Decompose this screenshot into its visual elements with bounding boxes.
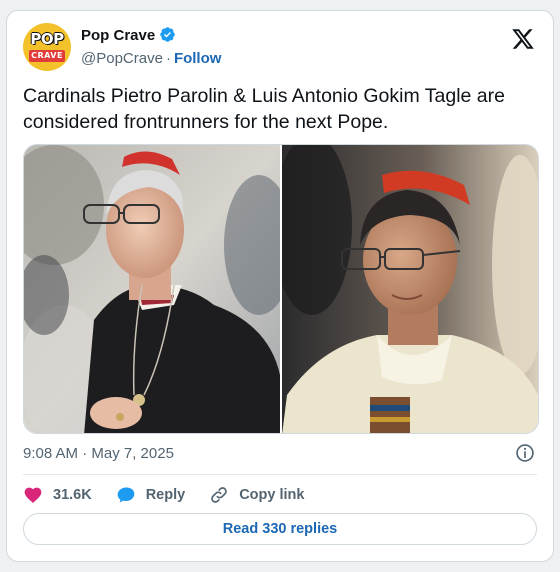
- divider: [23, 474, 537, 475]
- display-name-row: Pop Crave: [81, 26, 221, 48]
- separator-dot: ·: [165, 50, 171, 67]
- display-name[interactable]: Pop Crave: [81, 27, 155, 44]
- like-count: 31.6K: [53, 487, 92, 503]
- handle[interactable]: @PopCrave: [81, 50, 163, 67]
- action-bar: 31.6K Reply Copy link: [23, 483, 328, 507]
- handle-row: @PopCrave · Follow: [81, 48, 221, 70]
- read-replies-button[interactable]: Read 330 replies: [23, 513, 537, 545]
- copy-link-button[interactable]: Copy link: [209, 485, 304, 505]
- like-button[interactable]: 31.6K: [23, 485, 92, 505]
- avatar[interactable]: POP CRAVE: [23, 23, 71, 71]
- verified-badge-icon: [159, 26, 176, 48]
- copy-link-label: Copy link: [239, 487, 305, 503]
- heart-icon: [24, 487, 42, 503]
- photo-left[interactable]: [24, 145, 280, 433]
- photo-right-image: [282, 145, 538, 433]
- read-replies-label: Read 330 replies: [222, 521, 338, 537]
- follow-button[interactable]: Follow: [174, 50, 222, 67]
- info-icon[interactable]: [515, 443, 535, 463]
- tweet-text: Cardinals Pietro Parolin & Luis Antonio …: [23, 85, 505, 133]
- photo-left-image: [24, 145, 280, 433]
- media-grid[interactable]: [23, 144, 539, 434]
- tweet-header: POP CRAVE Pop Crave @PopCrave · Follow: [23, 23, 537, 71]
- reply-button[interactable]: Reply: [116, 485, 186, 505]
- photo-right[interactable]: [282, 145, 538, 433]
- avatar-logo-top: POP: [30, 30, 64, 48]
- link-icon: [211, 487, 227, 503]
- avatar-logo-bottom: CRAVE: [29, 50, 65, 62]
- author-names: Pop Crave @PopCrave · Follow: [81, 26, 221, 70]
- x-logo-icon[interactable]: [511, 27, 535, 51]
- tweet-timestamp[interactable]: 9:08 AM · May 7, 2025: [23, 444, 174, 464]
- reply-bubble-icon: [117, 487, 135, 503]
- tweet-embed-card: POP CRAVE Pop Crave @PopCrave · Follow Car…: [6, 10, 554, 562]
- reply-label: Reply: [145, 487, 186, 503]
